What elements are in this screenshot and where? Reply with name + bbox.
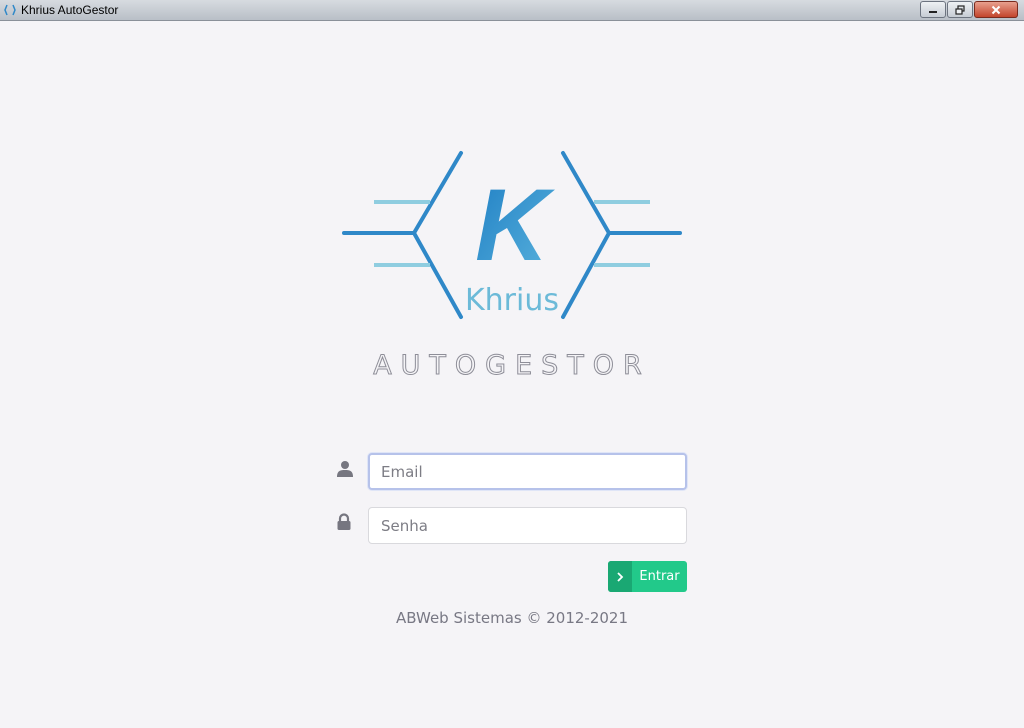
window-titlebar: Khrius AutoGestor xyxy=(0,0,1024,21)
close-button[interactable] xyxy=(974,1,1018,18)
user-icon xyxy=(337,461,353,477)
logo-right-bracket xyxy=(561,151,682,319)
logo-brand: Khrius xyxy=(465,283,559,318)
window-controls xyxy=(919,1,1018,18)
close-icon xyxy=(991,5,1001,14)
login-button[interactable]: Entrar xyxy=(608,561,687,592)
chevron-right-icon xyxy=(608,561,632,592)
minimize-icon xyxy=(929,10,937,13)
password-input[interactable] xyxy=(368,507,687,544)
email-input[interactable] xyxy=(368,453,687,490)
login-button-label: Entrar xyxy=(639,569,680,584)
footer-copyright: ABWeb Sistemas © 2012-2021 xyxy=(395,609,629,627)
logo-letter: K xyxy=(475,168,555,282)
window-title: Khrius AutoGestor xyxy=(21,3,119,17)
product-name: AUTOGESTOR xyxy=(373,350,651,382)
minimize-button[interactable] xyxy=(920,1,946,18)
restore-icon xyxy=(955,4,965,15)
lock-icon xyxy=(337,513,351,530)
logo-left-bracket xyxy=(342,151,463,319)
app-icon xyxy=(4,4,16,16)
khrius-logo: K Khrius xyxy=(342,151,682,319)
maximize-button[interactable] xyxy=(947,1,973,18)
